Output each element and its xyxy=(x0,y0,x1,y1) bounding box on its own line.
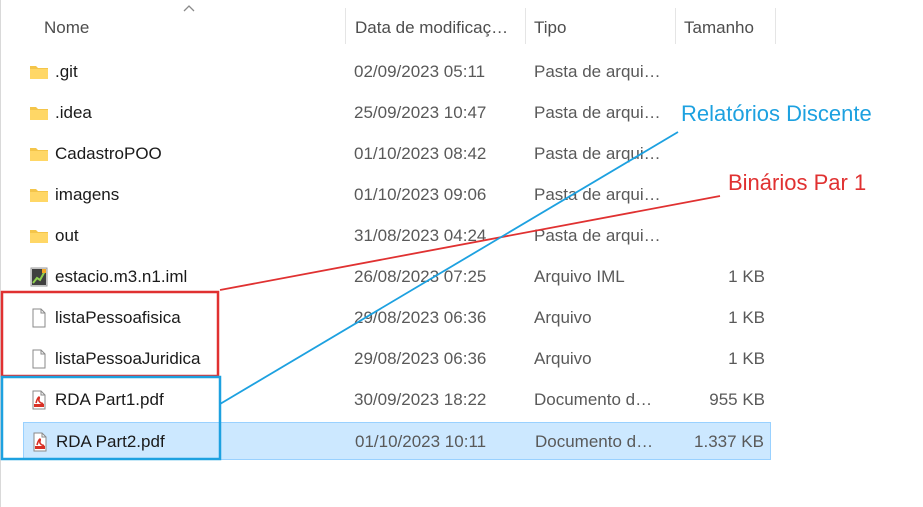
red-highlight-box xyxy=(0,290,220,378)
annotation-label-relatorios: Relatórios Discente xyxy=(681,101,872,126)
red-pointer-line xyxy=(219,195,721,291)
annotation-overlay xyxy=(0,131,721,461)
blue-highlight-box xyxy=(0,375,222,461)
annotation-label-binarios: Binários Par 1 xyxy=(728,170,867,195)
blue-pointer-line xyxy=(219,131,679,405)
